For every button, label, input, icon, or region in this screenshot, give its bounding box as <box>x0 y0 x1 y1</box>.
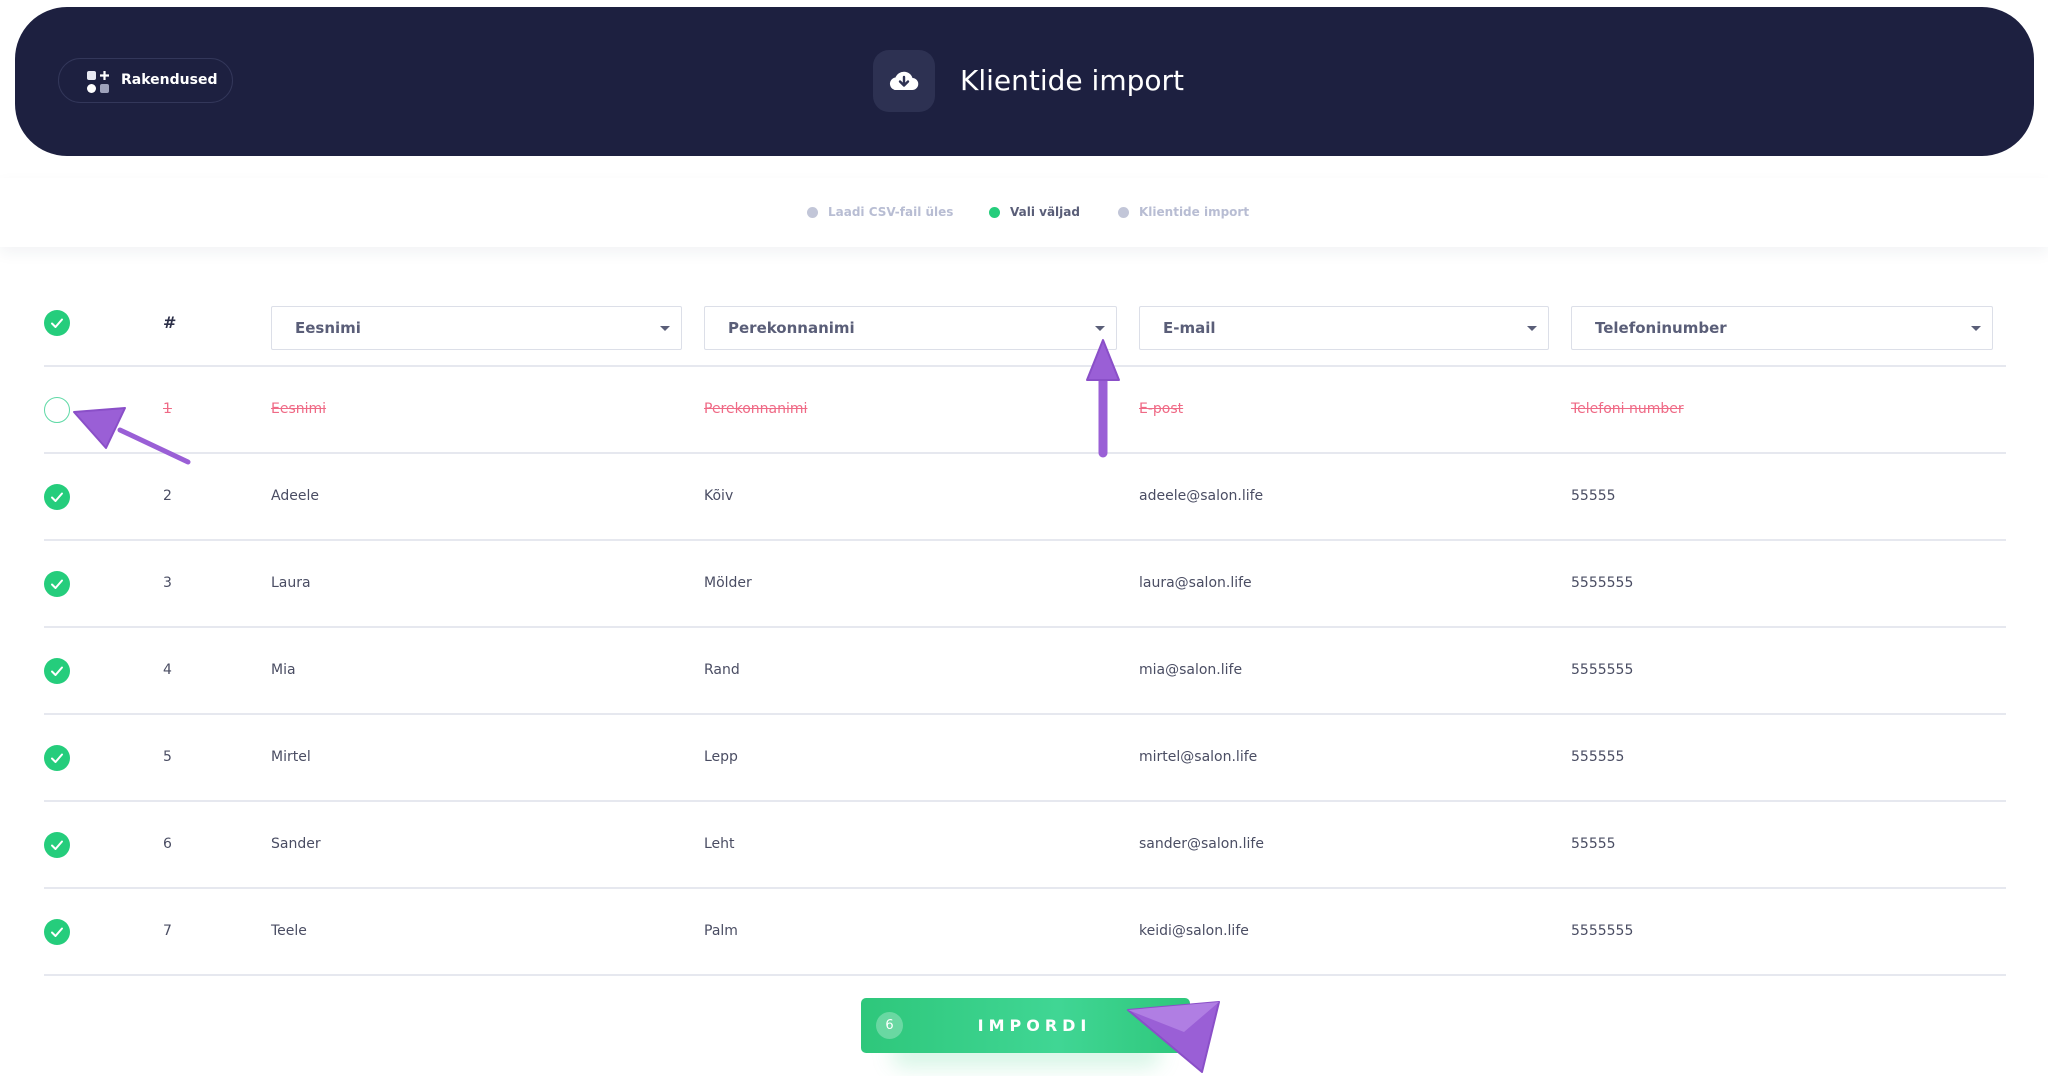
step-label: Klientide import <box>1139 205 1250 219</box>
step-label: Laadi CSV-fail üles <box>828 205 954 219</box>
last-name-cell: Lepp <box>704 749 738 765</box>
import-count-badge: 6 <box>876 1012 903 1039</box>
check-icon <box>51 492 63 502</box>
row-number: 3 <box>163 575 172 591</box>
email-cell: sander@salon.life <box>1139 836 1264 852</box>
row-number: 2 <box>163 488 172 504</box>
row-select-cell <box>44 367 70 452</box>
last-name-cell: Mölder <box>704 575 752 591</box>
apps-button-label: Rakendused <box>121 72 218 88</box>
row-select-cell <box>44 802 70 887</box>
select-value: E-mail <box>1163 319 1216 337</box>
last-name-cell: Perekonnanimi <box>704 401 808 417</box>
row-select-cell <box>44 541 70 626</box>
email-cell: mia@salon.life <box>1139 662 1243 678</box>
column-select-first-name[interactable]: Eesnimi <box>271 306 682 350</box>
step-dot <box>1118 207 1129 218</box>
column-select-last-name[interactable]: Perekonnanimi <box>704 306 1117 350</box>
table-row: 5 Mirtel Lepp mirtel@salon.life 555555 <box>44 715 2006 802</box>
step-dot <box>989 207 1000 218</box>
import-stepper: Laadi CSV-fail üles Vali väljad Klientid… <box>0 178 2048 247</box>
last-name-cell: Leht <box>704 836 735 852</box>
first-name-cell: Laura <box>271 575 311 591</box>
table-row: 1 Eesnimi Perekonnanimi E-post Telefoni … <box>44 367 2006 454</box>
phone-cell: 555555 <box>1571 749 1625 765</box>
email-cell: adeele@salon.life <box>1139 488 1264 504</box>
row-number: 1 <box>163 401 172 417</box>
phone-cell: Telefoni number <box>1571 401 1684 417</box>
row-select-cell <box>44 628 70 713</box>
phone-cell: 5555555 <box>1571 923 1634 939</box>
last-name-cell: Rand <box>704 662 740 678</box>
phone-cell: 55555 <box>1571 836 1616 852</box>
phone-cell: 5555555 <box>1571 662 1634 678</box>
last-name-cell: Kõiv <box>704 488 734 504</box>
select-value: Telefoninumber <box>1595 319 1727 337</box>
row-checkbox[interactable] <box>44 658 70 684</box>
apps-button[interactable]: Rakendused <box>58 58 233 103</box>
import-button-label: IMPORDI <box>977 1016 1092 1035</box>
row-select-cell <box>44 715 70 800</box>
import-button[interactable]: IMPORDI 6 <box>861 998 1190 1053</box>
chevron-down-icon <box>1527 326 1537 331</box>
row-select-cell <box>44 889 70 974</box>
select-all-checkbox[interactable] <box>44 310 70 336</box>
email-cell: E-post <box>1139 401 1184 417</box>
row-checkbox[interactable] <box>44 571 70 597</box>
first-name-cell: Adeele <box>271 488 319 504</box>
row-number: 4 <box>163 662 172 678</box>
check-icon <box>51 840 63 850</box>
email-cell: laura@salon.life <box>1139 575 1252 591</box>
row-checkbox[interactable] <box>44 484 70 510</box>
row-checkbox[interactable] <box>44 397 70 423</box>
grid-plus-icon <box>87 71 109 93</box>
chevron-down-icon <box>1095 326 1105 331</box>
select-value: Eesnimi <box>295 319 361 337</box>
table-row: 7 Teele Palm keidi@salon.life 5555555 <box>44 889 2006 976</box>
first-name-cell: Mirtel <box>271 749 311 765</box>
app-header: Rakendused Klientide import <box>15 7 2034 156</box>
phone-cell: 55555 <box>1571 488 1616 504</box>
row-number-header: # <box>163 313 177 332</box>
table-row: 2 Adeele Kõiv adeele@salon.life 55555 <box>44 454 2006 541</box>
email-cell: keidi@salon.life <box>1139 923 1249 939</box>
check-icon <box>51 579 63 589</box>
column-select-phone[interactable]: Telefoninumber <box>1571 306 1993 350</box>
step-label: Vali väljad <box>1010 205 1080 219</box>
first-name-cell: Sander <box>271 836 321 852</box>
table-header-row: # Eesnimi Perekonnanimi E-mail Telefonin… <box>44 280 2006 367</box>
row-checkbox[interactable] <box>44 919 70 945</box>
cloud-download-icon <box>889 71 919 91</box>
row-checkbox[interactable] <box>44 745 70 771</box>
import-button-wrap: IMPORDI 6 <box>861 998 1190 1068</box>
row-number: 5 <box>163 749 172 765</box>
chevron-down-icon <box>1971 326 1981 331</box>
phone-cell: 5555555 <box>1571 575 1634 591</box>
row-checkbox[interactable] <box>44 832 70 858</box>
first-name-cell: Eesnimi <box>271 401 327 417</box>
import-logo <box>873 50 935 112</box>
email-cell: mirtel@salon.life <box>1139 749 1258 765</box>
column-select-email[interactable]: E-mail <box>1139 306 1549 350</box>
row-select-cell <box>44 454 70 539</box>
select-all-cell <box>44 280 70 365</box>
check-icon <box>51 927 63 937</box>
row-number: 6 <box>163 836 172 852</box>
check-icon <box>51 753 63 763</box>
page-title: Klientide import <box>960 64 1184 97</box>
table-row: 3 Laura Mölder laura@salon.life 5555555 <box>44 541 2006 628</box>
step-dot <box>807 207 818 218</box>
table-row: 6 Sander Leht sander@salon.life 55555 <box>44 802 2006 889</box>
table-row: 4 Mia Rand mia@salon.life 5555555 <box>44 628 2006 715</box>
check-icon <box>51 318 63 328</box>
chevron-down-icon <box>660 326 670 331</box>
check-icon <box>51 666 63 676</box>
first-name-cell: Teele <box>271 923 307 939</box>
first-name-cell: Mia <box>271 662 296 678</box>
last-name-cell: Palm <box>704 923 738 939</box>
select-value: Perekonnanimi <box>728 319 855 337</box>
row-number: 7 <box>163 923 172 939</box>
